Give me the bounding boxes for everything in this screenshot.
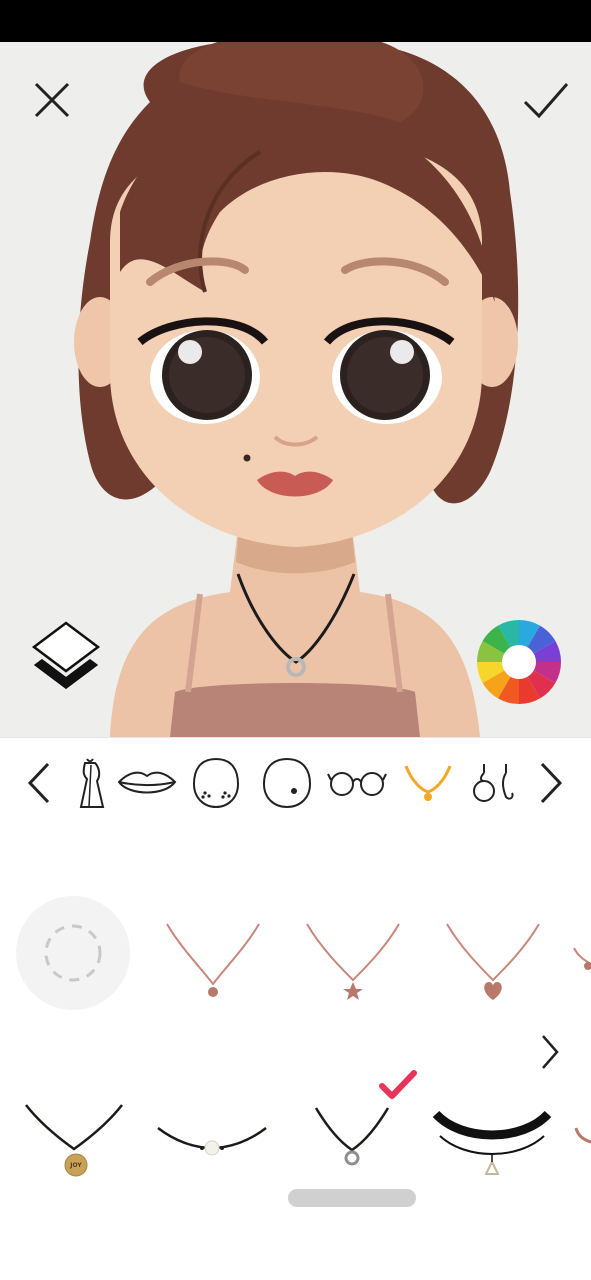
close-icon bbox=[34, 82, 70, 118]
tab-necklace[interactable] bbox=[400, 752, 456, 814]
option-partial-next[interactable] bbox=[566, 916, 591, 1006]
layers-icon bbox=[31, 621, 101, 689]
mole-icon bbox=[262, 757, 312, 809]
color-picker-button[interactable] bbox=[476, 619, 562, 705]
category-prev-button[interactable] bbox=[14, 752, 64, 814]
layers-button[interactable] bbox=[26, 617, 106, 701]
earrings-icon bbox=[473, 764, 514, 802]
tab-face-marks[interactable] bbox=[188, 752, 244, 814]
necklace-heart-icon bbox=[446, 923, 540, 1000]
necklace-ring-icon bbox=[314, 1107, 390, 1166]
option-pearl-cord-necklace[interactable] bbox=[156, 1110, 268, 1180]
close-button[interactable] bbox=[22, 70, 82, 130]
option-black-choker-triangle[interactable] bbox=[432, 1102, 552, 1188]
category-next-button[interactable] bbox=[526, 752, 576, 814]
glasses-icon bbox=[327, 772, 387, 796]
checkmark-icon bbox=[523, 83, 569, 119]
chevron-right-icon bbox=[540, 762, 563, 804]
necklace-icon bbox=[404, 765, 452, 801]
tag-text: JOY bbox=[69, 1162, 82, 1169]
option-rose-gold-bead-necklace[interactable] bbox=[158, 916, 268, 1006]
dress-icon bbox=[79, 758, 105, 808]
avatar-preview bbox=[0, 42, 591, 737]
tab-mole[interactable] bbox=[258, 752, 316, 814]
option-rose-gold-heart-necklace[interactable] bbox=[438, 916, 548, 1006]
choker-icon bbox=[432, 1110, 552, 1175]
home-indicator[interactable] bbox=[288, 1189, 416, 1207]
tab-earrings[interactable] bbox=[470, 752, 518, 814]
option-partial-next-row2[interactable] bbox=[570, 1110, 591, 1180]
confirm-button[interactable] bbox=[514, 70, 578, 130]
tab-lips[interactable] bbox=[116, 752, 178, 814]
necklace-star-icon bbox=[306, 923, 400, 1000]
options-more-button[interactable] bbox=[530, 1030, 570, 1074]
option-none[interactable] bbox=[16, 896, 130, 1010]
necklace-bead-icon bbox=[166, 923, 260, 997]
selected-indicator bbox=[378, 1068, 418, 1102]
option-rose-gold-star-necklace[interactable] bbox=[298, 916, 408, 1006]
necklace-partial-icon bbox=[573, 947, 591, 970]
option-joy-tag-necklace[interactable]: JOY bbox=[18, 1098, 130, 1184]
checkmark-icon bbox=[379, 1070, 417, 1099]
option-silver-ring-cord-necklace[interactable] bbox=[300, 1100, 406, 1190]
chevron-left-icon bbox=[27, 762, 50, 804]
status-bar bbox=[0, 0, 591, 42]
tab-glasses[interactable] bbox=[326, 752, 388, 814]
necklace-partial-icon bbox=[574, 1127, 591, 1144]
color-wheel-icon bbox=[476, 620, 561, 704]
freckles-icon bbox=[192, 757, 240, 809]
category-bar bbox=[0, 737, 591, 831]
lips-icon bbox=[117, 771, 177, 794]
chevron-right-icon bbox=[542, 1035, 559, 1069]
necklace-pearl-icon bbox=[157, 1127, 267, 1156]
empty-slot-icon bbox=[44, 924, 102, 982]
accessory-options: JOY bbox=[0, 830, 591, 1280]
necklace-tag-icon: JOY bbox=[25, 1104, 123, 1177]
tab-outfit[interactable] bbox=[70, 752, 110, 814]
